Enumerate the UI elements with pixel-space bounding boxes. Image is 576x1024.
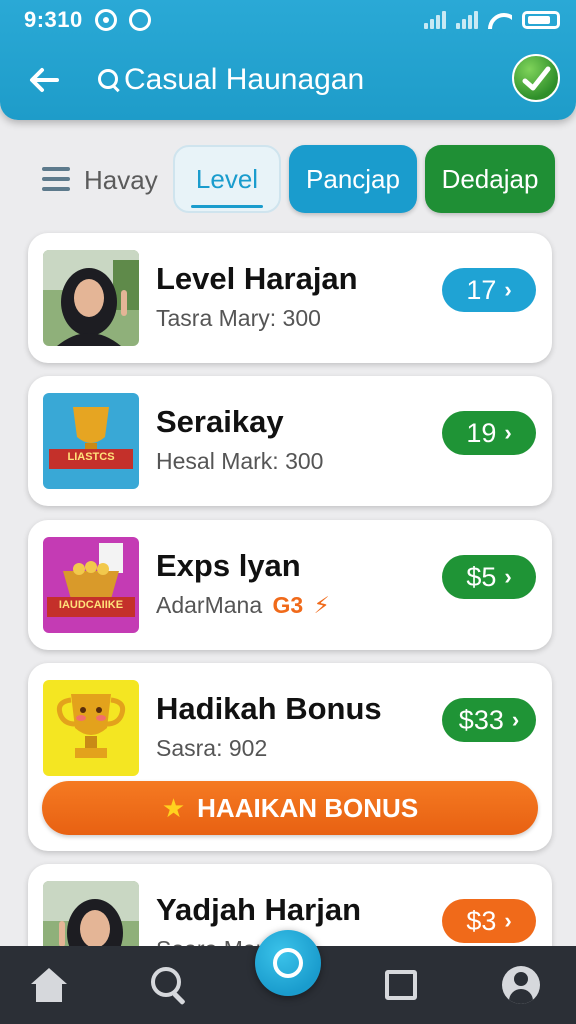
thumbnail-banner-text: IAUDCAIIKE bbox=[58, 599, 124, 611]
list-item[interactable]: IAUDCAIIKE Exps lyan AdarMana G3 ⚡ $5 › bbox=[28, 520, 552, 650]
battery-icon bbox=[522, 11, 560, 29]
app-header: 9:310 Casual Haunagan bbox=[0, 0, 576, 120]
media-status-icon bbox=[94, 9, 117, 31]
chevron-right-icon: › bbox=[511, 707, 520, 732]
badge-value: $3 bbox=[466, 905, 497, 936]
page-title: Casual Haunagan bbox=[124, 63, 365, 96]
badge-value: 19 bbox=[466, 417, 497, 448]
flame-icon: ⚡ bbox=[313, 592, 330, 618]
thumbnail-banner-text: LIASTCS bbox=[67, 451, 115, 463]
tab-level[interactable]: Level bbox=[173, 145, 281, 213]
bottom-navigation bbox=[0, 930, 576, 1024]
tab-dedajap[interactable]: Dedajap bbox=[425, 145, 555, 213]
chevron-right-icon: › bbox=[504, 564, 512, 589]
list-item[interactable]: Level Harajan Tasra Mary: 300 17 › bbox=[28, 233, 552, 363]
square-icon bbox=[385, 970, 417, 1000]
filter-row: Havay Level Pancjap Dedajap bbox=[0, 145, 576, 215]
search-icon bbox=[151, 967, 187, 1003]
trophy-thumbnail: LIASTCS bbox=[43, 393, 139, 489]
golden-trophy-thumbnail bbox=[43, 680, 139, 776]
badge-value: $33 bbox=[458, 704, 504, 735]
item-subtitle-text: AdarMana bbox=[156, 592, 263, 618]
status-time: 9:310 bbox=[24, 7, 83, 32]
wifi-icon bbox=[488, 11, 512, 29]
item-subtitle: Sasra: 902 bbox=[156, 735, 268, 761]
user-icon bbox=[502, 966, 540, 1004]
item-title: Level Harajan bbox=[156, 261, 358, 296]
badge-value: $5 bbox=[466, 561, 497, 592]
item-title: Exps lyan bbox=[156, 548, 301, 583]
level-badge-button[interactable]: 17 › bbox=[442, 268, 536, 312]
badge-value: 17 bbox=[466, 274, 497, 305]
item-title: Yadjah Harjan bbox=[156, 892, 362, 927]
price-badge-button[interactable]: $3 › bbox=[442, 899, 536, 943]
bonus-button-label: HAAIKAN BONUS bbox=[197, 792, 419, 823]
chevron-right-icon: › bbox=[504, 908, 512, 933]
price-badge-button[interactable]: $33 › bbox=[442, 698, 536, 742]
sync-status-icon bbox=[128, 9, 151, 31]
nav-profile-button[interactable] bbox=[496, 960, 546, 1010]
woman-avatar-thumbnail bbox=[43, 250, 139, 346]
cell-signal-icon bbox=[424, 11, 446, 29]
nav-search-button[interactable] bbox=[144, 960, 194, 1010]
cell-signal-2-icon bbox=[456, 11, 478, 29]
item-title: Hadikah Bonus bbox=[156, 691, 382, 726]
search-icon[interactable] bbox=[98, 69, 120, 91]
back-button[interactable] bbox=[22, 58, 66, 102]
filter-label: Havay bbox=[84, 165, 158, 195]
menu-icon[interactable] bbox=[42, 167, 70, 191]
circle-icon bbox=[273, 948, 303, 978]
home-icon bbox=[31, 968, 67, 1002]
level-badge-button[interactable]: 19 › bbox=[442, 411, 536, 455]
status-bar: 9:310 bbox=[0, 0, 576, 40]
price-badge-button[interactable]: $5 › bbox=[442, 555, 536, 599]
item-subtitle: Hesal Mark: 300 bbox=[156, 448, 324, 474]
basket-thumbnail: IAUDCAIIKE bbox=[43, 537, 139, 633]
arrow-left-icon bbox=[30, 68, 59, 92]
list-item[interactable]: LIASTCS Seraikay Hesal Mark: 300 19 › bbox=[28, 376, 552, 506]
item-subtitle: AdarMana G3 ⚡ bbox=[156, 592, 330, 619]
star-icon: ★ bbox=[161, 792, 186, 823]
profile-button[interactable] bbox=[512, 54, 560, 102]
bonus-action-button[interactable]: ★ HAAIKAN BONUS bbox=[42, 781, 538, 835]
nav-square-button[interactable] bbox=[376, 960, 426, 1010]
chevron-right-icon: › bbox=[504, 420, 512, 445]
checkmark-icon bbox=[522, 66, 551, 91]
nav-home-button[interactable] bbox=[24, 960, 74, 1010]
list-item[interactable]: Hadikah Bonus Sasra: 902 $33 › ★ HAAIKAN… bbox=[28, 663, 552, 851]
tab-pancjap[interactable]: Pancjap bbox=[289, 145, 417, 213]
nav-center-button[interactable] bbox=[255, 930, 321, 996]
item-title: Seraikay bbox=[156, 404, 284, 439]
item-subtitle-extra: G3 bbox=[272, 592, 304, 618]
item-subtitle: Tasra Mary: 300 bbox=[156, 305, 321, 331]
chevron-right-icon: › bbox=[504, 277, 512, 302]
